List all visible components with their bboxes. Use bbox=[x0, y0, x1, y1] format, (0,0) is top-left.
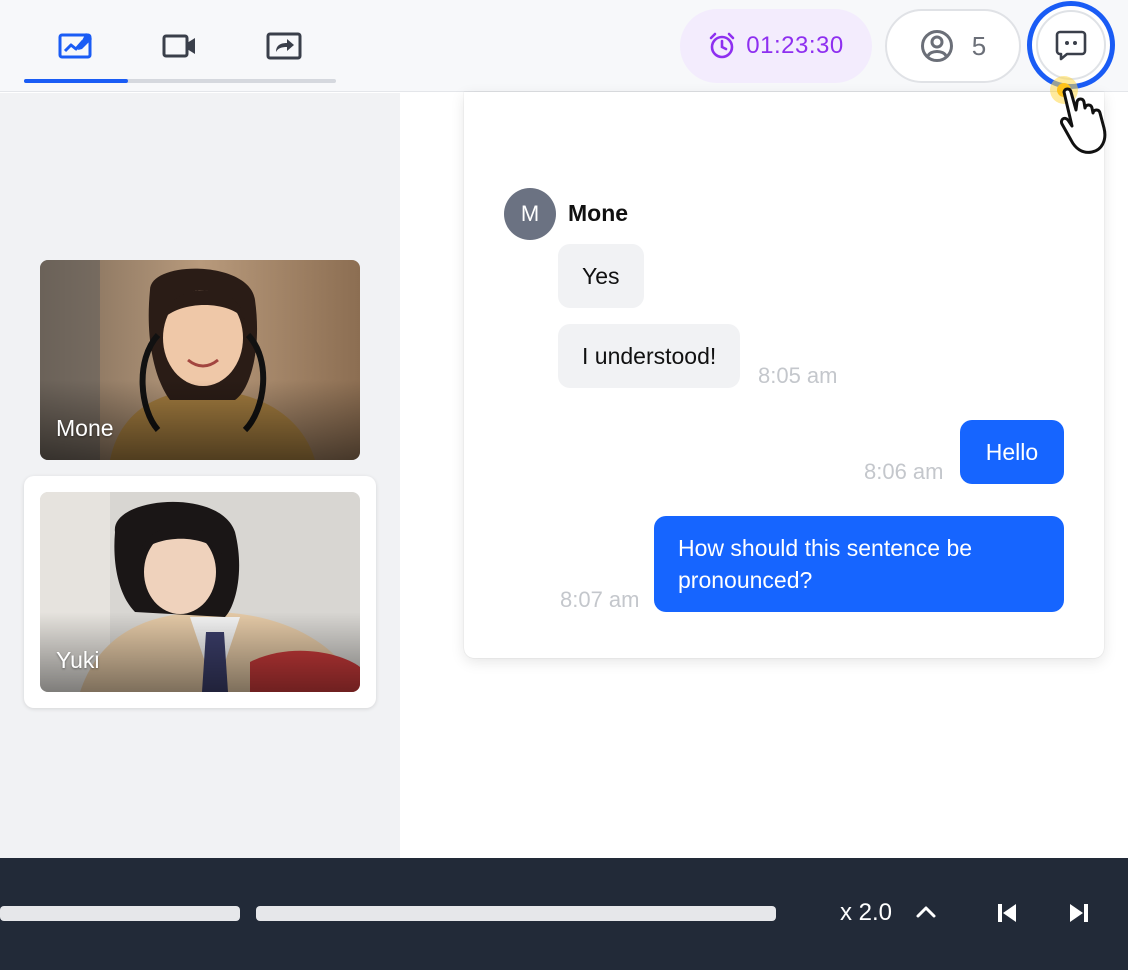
tab-active-indicator bbox=[24, 79, 128, 83]
top-bar: 01:23:30 5 bbox=[0, 0, 1128, 92]
avatar: M bbox=[504, 188, 556, 240]
tab-video[interactable] bbox=[128, 26, 232, 66]
share-screen-icon bbox=[266, 32, 302, 60]
previous-button[interactable] bbox=[990, 896, 1024, 930]
tab-whiteboard[interactable] bbox=[24, 26, 128, 66]
video-tile-yuki-selected[interactable]: Yuki bbox=[24, 476, 376, 708]
video-tile-yuki: Yuki bbox=[40, 492, 360, 692]
alarm-clock-icon bbox=[709, 32, 735, 59]
video-camera-icon bbox=[162, 34, 195, 58]
next-button[interactable] bbox=[1062, 896, 1096, 930]
sender-name: Mone bbox=[568, 200, 629, 226]
participant-video-panel: Mone Yuki bbox=[0, 93, 400, 858]
chevron-up-icon bbox=[916, 906, 936, 918]
chat-panel: M Mone Yes I understood! 8:05 am Hello 8… bbox=[464, 92, 1104, 658]
message-timestamp: 8:05 am bbox=[758, 363, 838, 388]
message-bubble-incoming: I understood! bbox=[558, 324, 741, 388]
speed-up-button[interactable] bbox=[910, 896, 942, 928]
playback-speed-label[interactable]: x 2.0 bbox=[840, 899, 892, 927]
participants-count: 5 bbox=[971, 30, 987, 61]
message-bubble-outgoing: How should this sentence be pronounced? bbox=[654, 516, 1064, 612]
progress-segment-remaining[interactable] bbox=[256, 906, 776, 921]
message-timestamp: 8:06 am bbox=[864, 459, 944, 484]
video-tile-mone[interactable]: Mone bbox=[40, 260, 360, 460]
tab-share-screen[interactable] bbox=[232, 26, 336, 66]
message-timestamp: 8:07 am bbox=[560, 587, 640, 612]
skip-next-icon bbox=[1070, 904, 1088, 922]
mode-tabs bbox=[24, 0, 336, 92]
timer-text: 01:23:30 bbox=[746, 32, 844, 59]
video-name-label: Mone bbox=[56, 415, 114, 441]
hand-pointer-cursor-icon bbox=[1050, 76, 1107, 154]
video-name-label: Yuki bbox=[56, 647, 100, 673]
user-circle-icon bbox=[920, 30, 953, 62]
participants-button[interactable]: 5 bbox=[885, 9, 1021, 83]
message-bubble-incoming: Yes bbox=[558, 244, 644, 308]
skip-previous-icon bbox=[998, 904, 1016, 922]
playback-bar: x 2.0 bbox=[0, 858, 1128, 970]
progress-segment-played[interactable] bbox=[0, 906, 240, 921]
chat-bubble-icon bbox=[1055, 30, 1087, 61]
whiteboard-chart-icon bbox=[58, 33, 92, 59]
message-bubble-outgoing: Hello bbox=[960, 420, 1064, 484]
session-timer: 01:23:30 bbox=[680, 9, 872, 83]
